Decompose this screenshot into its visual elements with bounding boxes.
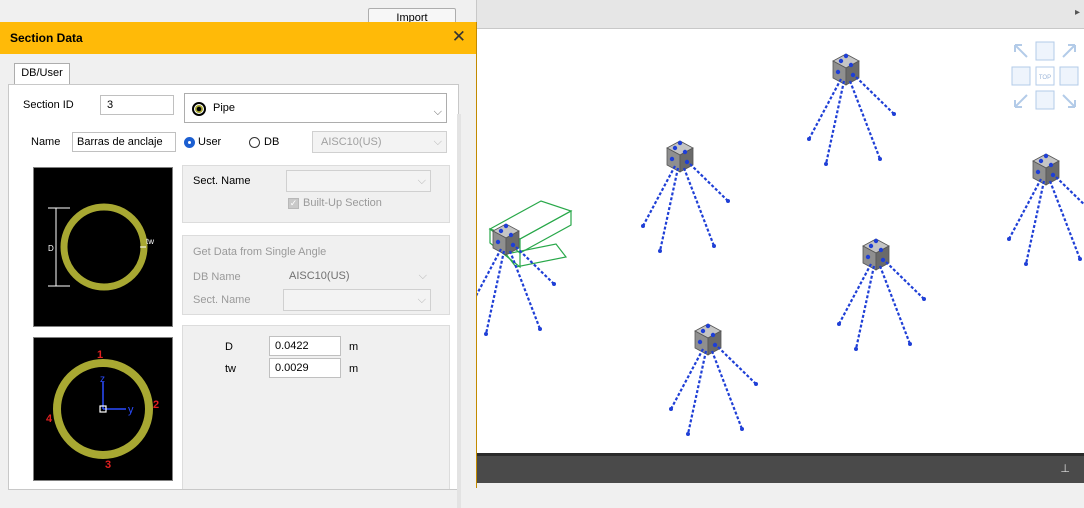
- point-3-label: 3: [105, 459, 111, 471]
- support-structure[interactable]: [805, 52, 898, 168]
- db-select-value: AISC10(US): [321, 136, 382, 148]
- section-name-group: Sect. Name ⌵ ✓ Built-Up Section: [182, 165, 450, 223]
- builtup-checkbox[interactable]: ✓: [288, 198, 299, 209]
- view-navigation-cube[interactable]: TOP: [1010, 40, 1080, 112]
- dim-tw-label: tw: [146, 237, 154, 246]
- output-panel-titlebar: ⊥: [476, 453, 1084, 486]
- db-radio-label: DB: [264, 136, 280, 148]
- support-structure[interactable]: [1005, 152, 1084, 268]
- db-radio[interactable]: [249, 137, 260, 148]
- single-angle-sect-label: Sect. Name: [193, 294, 251, 306]
- axis-y-label: y: [128, 404, 134, 416]
- single-angle-db-select[interactable]: AISC10(US) ⌵: [283, 266, 431, 288]
- chevron-down-icon: ⌵: [433, 106, 442, 118]
- dim-unit: m: [349, 363, 359, 375]
- dim-d-input[interactable]: 0.0422: [269, 336, 341, 356]
- dialog-scrollbar[interactable]: [457, 114, 461, 508]
- chevron-down-icon: ⌵: [418, 270, 427, 282]
- support-structure[interactable]: [639, 139, 732, 255]
- tab-page: Section ID 3 Pipe ⌵ Name Barras de ancla…: [8, 84, 459, 490]
- single-angle-group: Get Data from Single Angle DB Name AISC1…: [182, 235, 450, 315]
- section-type-value: Pipe: [213, 102, 236, 114]
- pin-icon[interactable]: ⊥: [1060, 462, 1070, 475]
- point-4-label: 4: [46, 413, 53, 425]
- dim-tw-input[interactable]: 0.0029: [269, 358, 341, 378]
- section-type-select[interactable]: Pipe ⌵: [184, 93, 447, 123]
- section-id-label: Section ID: [23, 99, 74, 111]
- name-input[interactable]: Barras de anclaje: [72, 132, 176, 152]
- chevron-down-icon: ⌵: [417, 294, 426, 306]
- section-data-dialog: Section Data ✕ DB/User Section ID 3 Pipe…: [0, 22, 477, 508]
- dimensions-group: D 0.0422 m tw 0.0029 m: [182, 325, 450, 489]
- builtup-label: Built-Up Section: [303, 197, 382, 209]
- pipe-icon: [191, 100, 207, 116]
- support-structure[interactable]: [667, 322, 760, 438]
- section-id-input[interactable]: 3: [100, 95, 174, 115]
- point-1-label: 1: [97, 349, 103, 361]
- sect-name-select[interactable]: ⌵: [286, 170, 431, 192]
- point-2-label: 2: [153, 399, 159, 411]
- dim-unit: m: [349, 341, 359, 353]
- svg-text:TOP: TOP: [1039, 75, 1051, 81]
- chevron-down-icon: ⌵: [417, 175, 426, 187]
- single-angle-sect-select[interactable]: ⌵: [283, 289, 431, 311]
- user-radio[interactable]: [184, 137, 195, 148]
- output-panel: [476, 483, 1084, 488]
- tab-db-user[interactable]: DB/User: [14, 63, 70, 84]
- tab-scroll-arrow-icon[interactable]: ▸: [1075, 7, 1080, 18]
- model-drawing: [476, 52, 1084, 438]
- user-radio-label: User: [198, 136, 222, 148]
- dim-label: D: [225, 341, 233, 353]
- viewport-tab-bar: ▸: [476, 0, 1084, 29]
- section-shape-preview: D tw: [33, 167, 173, 327]
- dim-d-label: D: [48, 244, 54, 253]
- name-label: Name: [31, 136, 61, 148]
- single-angle-title: Get Data from Single Angle: [193, 246, 327, 258]
- model-viewport[interactable]: [476, 29, 1084, 453]
- close-icon[interactable]: ✕: [452, 27, 466, 47]
- support-structure-selected[interactable]: [476, 200, 573, 338]
- stress-points-preview: z y 1 2 3 4: [33, 337, 173, 481]
- chevron-down-icon: ⌵: [433, 136, 442, 148]
- single-angle-db-label: DB Name: [193, 271, 241, 283]
- axis-z-label: z: [100, 374, 105, 385]
- sect-name-label: Sect. Name: [193, 175, 251, 187]
- support-structure[interactable]: [835, 237, 928, 353]
- dialog-title: Section Data: [10, 31, 83, 45]
- dialog-body: DB/User Section ID 3 Pipe ⌵ Name Barras …: [0, 54, 476, 508]
- dialog-titlebar[interactable]: Section Data ✕: [0, 22, 476, 54]
- dim-label: tw: [225, 363, 236, 375]
- db-select[interactable]: AISC10(US) ⌵: [312, 131, 447, 153]
